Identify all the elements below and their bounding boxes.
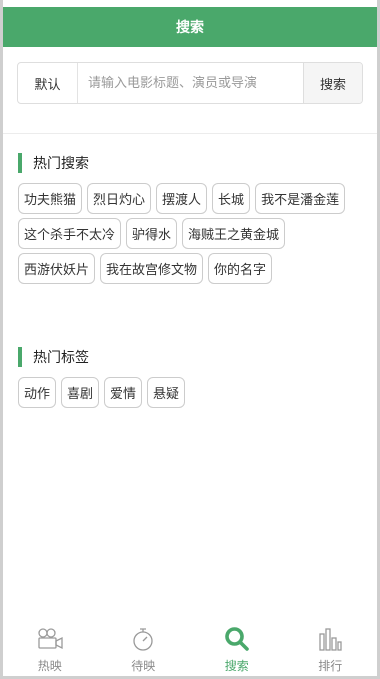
heading-accent-bar xyxy=(18,153,22,173)
section-divider xyxy=(3,133,377,134)
hot-search-tag[interactable]: 功夫熊猫 xyxy=(18,183,83,214)
bottom-tab-bar: 热映 待映 搜索 排行 xyxy=(3,622,377,677)
hot-search-tag[interactable]: 你的名字 xyxy=(208,253,273,284)
search-mode-selector[interactable]: 默认 xyxy=(18,63,78,103)
search-bar: 默认 搜索 xyxy=(17,62,363,104)
hot-search-tag[interactable]: 摆渡人 xyxy=(156,183,208,214)
hot-search-tag[interactable]: 西游伏妖片 xyxy=(18,253,96,284)
search-icon xyxy=(223,626,251,652)
hot-search-title: 热门搜索 xyxy=(33,156,89,172)
hot-search-list: 功夫熊猫 烈日灼心 摆渡人 长城 我不是潘金莲 这个杀手不太冷 驴得水 海贼王之… xyxy=(18,183,358,284)
hot-search-tag[interactable]: 海贼王之黄金城 xyxy=(182,218,286,249)
search-input[interactable] xyxy=(78,63,303,103)
bar-chart-icon xyxy=(316,626,344,652)
tab-coming-soon[interactable]: 待映 xyxy=(97,622,191,677)
page-header: 搜索 xyxy=(3,7,377,47)
hot-tag[interactable]: 动作 xyxy=(18,377,57,408)
tab-now-showing[interactable]: 热映 xyxy=(3,622,97,677)
camera-icon xyxy=(36,626,64,652)
tab-search[interactable]: 搜索 xyxy=(190,622,284,677)
page-title: 搜索 xyxy=(176,20,204,36)
search-button[interactable]: 搜索 xyxy=(303,63,362,103)
heading-accent-bar xyxy=(18,347,22,367)
tab-label: 排行 xyxy=(318,659,343,673)
hot-search-tag[interactable]: 驴得水 xyxy=(126,218,178,249)
tab-label: 热映 xyxy=(37,659,62,673)
tab-label: 搜索 xyxy=(224,659,249,673)
hot-tag[interactable]: 悬疑 xyxy=(147,377,186,408)
hot-tags-heading: 热门标签 xyxy=(18,347,89,367)
hot-search-tag[interactable]: 我不是潘金莲 xyxy=(255,183,346,214)
hot-tags-title: 热门标签 xyxy=(33,350,89,366)
hot-search-tag[interactable]: 这个杀手不太冷 xyxy=(18,218,122,249)
hot-tag[interactable]: 喜剧 xyxy=(61,377,100,408)
hot-search-heading: 热门搜索 xyxy=(18,153,89,173)
hot-search-tag[interactable]: 烈日灼心 xyxy=(87,183,152,214)
hot-tag[interactable]: 爱情 xyxy=(104,377,143,408)
tab-ranking[interactable]: 排行 xyxy=(284,622,378,677)
hot-tags-list: 动作 喜剧 爱情 悬疑 xyxy=(18,377,358,408)
stopwatch-icon xyxy=(129,626,157,652)
hot-search-tag[interactable]: 我在故宫修文物 xyxy=(100,253,204,284)
tab-label: 待映 xyxy=(131,659,156,673)
hot-search-tag[interactable]: 长城 xyxy=(212,183,251,214)
